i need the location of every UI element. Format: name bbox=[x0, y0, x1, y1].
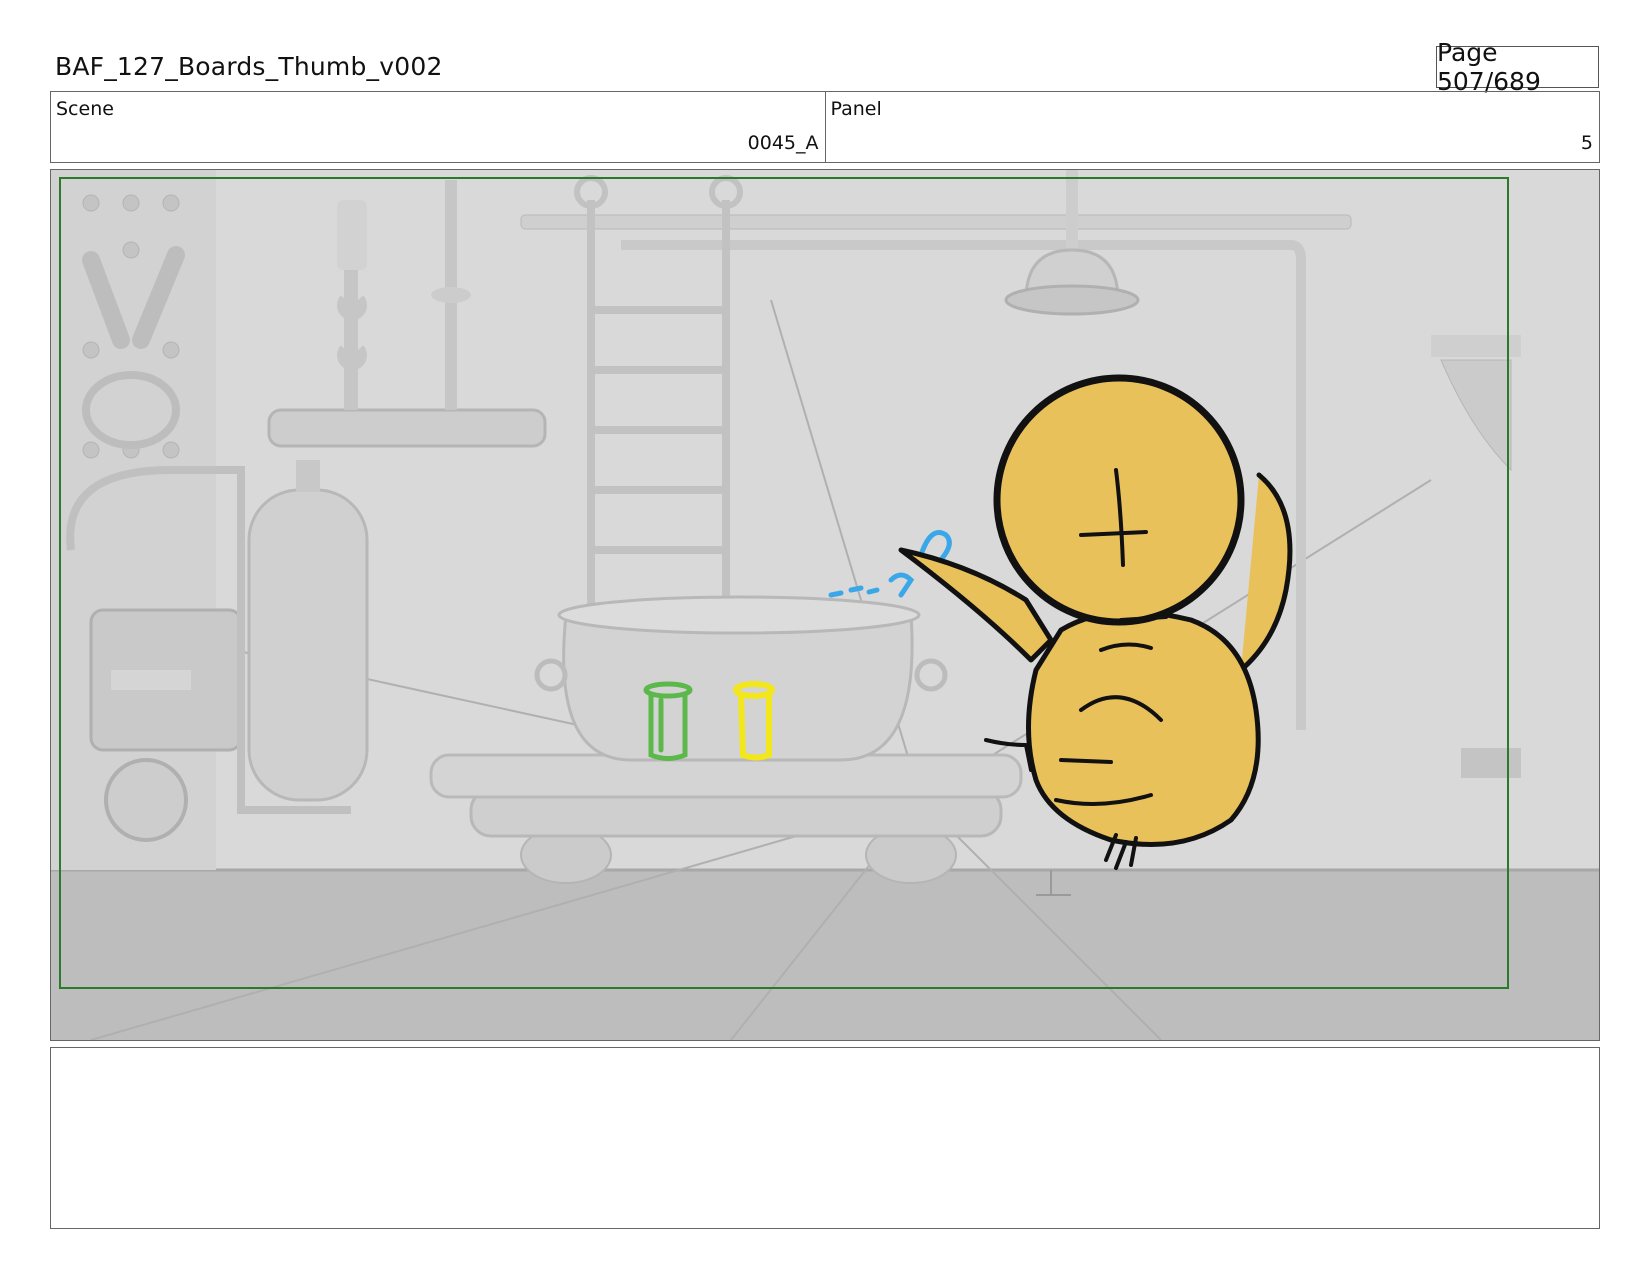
document-title: BAF_127_Boards_Thumb_v002 bbox=[55, 52, 443, 81]
panel-label: Panel bbox=[830, 98, 882, 120]
floor bbox=[51, 870, 1599, 1040]
gas-tank bbox=[247, 460, 369, 802]
info-row: Scene 0045_A Panel 5 bbox=[50, 91, 1600, 163]
panel-cell: Panel 5 bbox=[824, 92, 1600, 162]
panel-drawing bbox=[51, 170, 1599, 1040]
page-number-box: Page 507/689 bbox=[1436, 38, 1599, 96]
storyboard-panel bbox=[50, 169, 1600, 1041]
scene-cell: Scene 0045_A bbox=[51, 92, 825, 162]
notes-box[interactable] bbox=[50, 1047, 1600, 1229]
scene-value: 0045_A bbox=[747, 132, 819, 154]
scene-label: Scene bbox=[56, 98, 114, 120]
panel-value: 5 bbox=[1580, 132, 1593, 154]
